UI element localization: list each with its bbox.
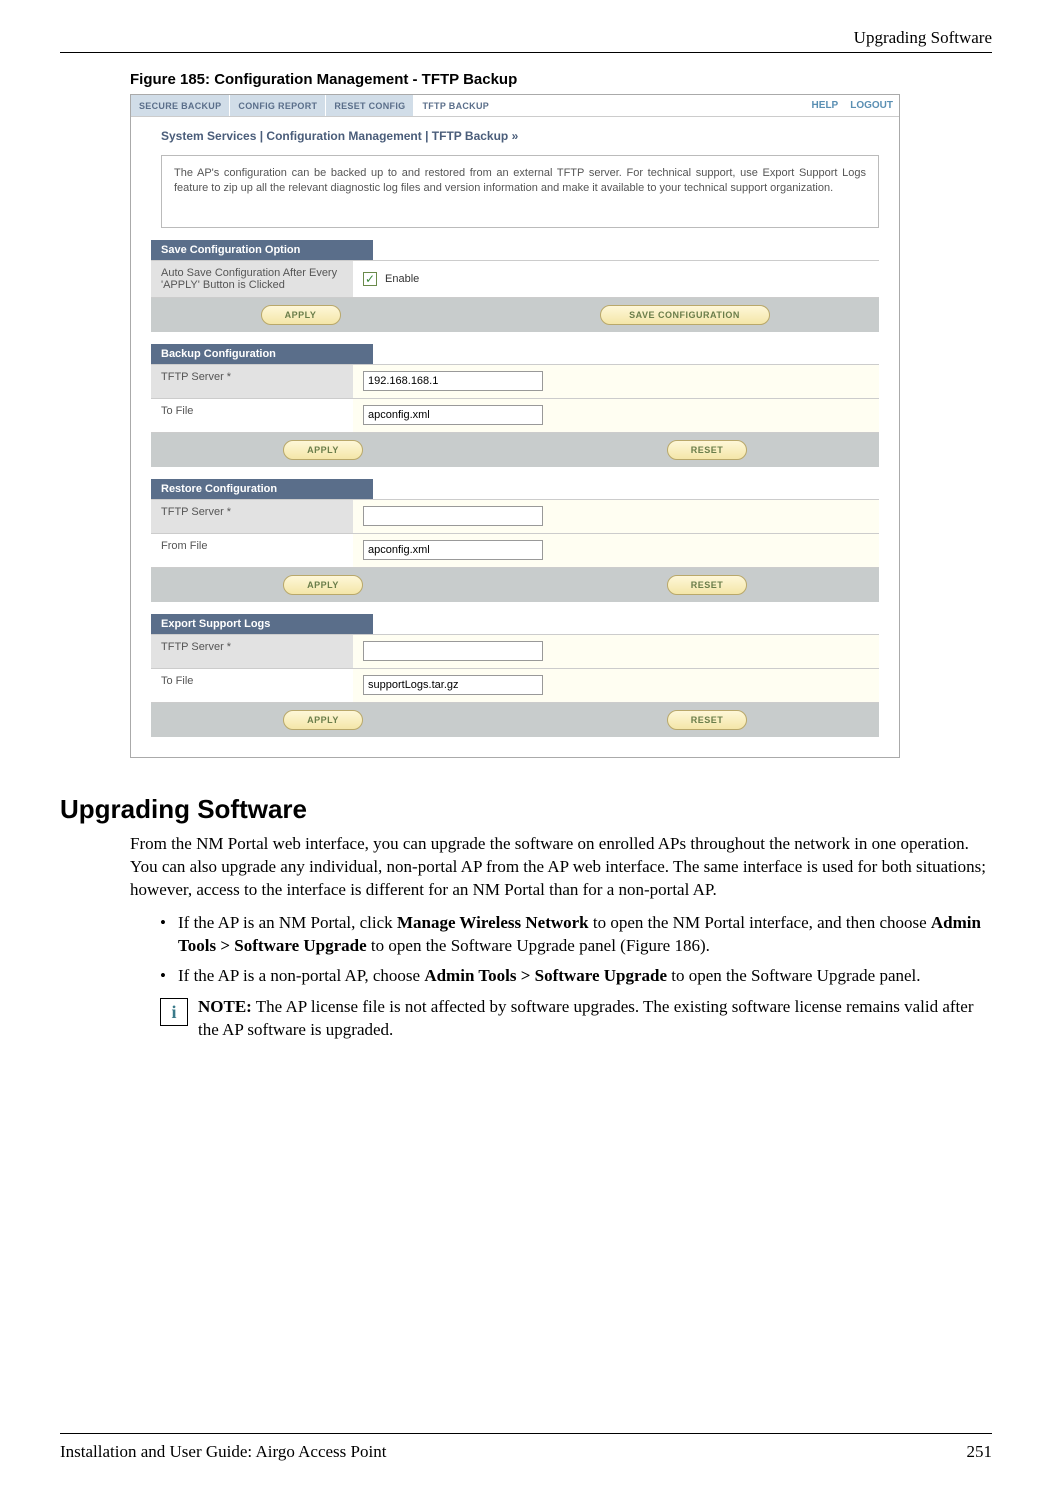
- save-option-panel: Auto Save Configuration After Every 'APP…: [151, 260, 879, 298]
- note-body: The AP license file is not affected by s…: [198, 997, 973, 1039]
- restore-file-input[interactable]: [363, 540, 543, 560]
- breadcrumb: System Services | Configuration Manageme…: [131, 117, 899, 155]
- text-run: If the AP is an NM Portal, click: [178, 913, 397, 932]
- section-save-option-header: Save Configuration Option: [151, 240, 373, 260]
- text-run: If the AP is a non-portal AP, choose: [178, 966, 424, 985]
- section-backup-header: Backup Configuration: [151, 344, 373, 364]
- screenshot: SECURE BACKUP CONFIG REPORT RESET CONFIG…: [130, 94, 900, 758]
- tab-tftp-backup[interactable]: TFTP BACKUP: [414, 95, 498, 116]
- page-footer: Installation and User Guide: Airgo Acces…: [60, 1433, 992, 1462]
- save-configuration-button[interactable]: SAVE CONFIGURATION: [600, 305, 770, 325]
- apply-button[interactable]: APPLY: [261, 305, 341, 325]
- info-icon: i: [160, 998, 188, 1026]
- page-header: Upgrading Software: [60, 28, 992, 53]
- section-restore-header: Restore Configuration: [151, 479, 373, 499]
- tab-config-report[interactable]: CONFIG REPORT: [230, 95, 326, 116]
- export-server-input[interactable]: [363, 641, 543, 661]
- note-label: NOTE:: [198, 997, 252, 1016]
- reset-button[interactable]: RESET: [667, 440, 747, 460]
- text-run: to open the Software Upgrade panel.: [667, 966, 921, 985]
- note-block: i NOTE: The AP license file is not affec…: [160, 996, 992, 1042]
- footer-left: Installation and User Guide: Airgo Acces…: [60, 1442, 386, 1462]
- export-file-cell: [353, 669, 879, 702]
- apply-button[interactable]: APPLY: [283, 710, 363, 730]
- restore-panel: TFTP Server * From File: [151, 499, 879, 568]
- backup-file-label: To File: [151, 399, 353, 432]
- logout-link[interactable]: LOGOUT: [844, 95, 899, 116]
- export-buttons: APPLY RESET: [151, 703, 879, 737]
- text-run: to open the NM Portal interface, and the…: [589, 913, 931, 932]
- export-panel: TFTP Server * To File: [151, 634, 879, 703]
- help-link[interactable]: HELP: [806, 95, 845, 116]
- backup-server-label: TFTP Server *: [151, 365, 353, 398]
- tab-spacer: [498, 95, 805, 116]
- bullet-list: If the AP is an NM Portal, click Manage …: [160, 912, 992, 989]
- description-box: The AP's configuration can be backed up …: [161, 155, 879, 228]
- text-run: to open the Software Upgrade panel (Figu…: [367, 936, 710, 955]
- enable-checkbox[interactable]: ✓: [363, 272, 377, 286]
- restore-server-label: TFTP Server *: [151, 500, 353, 533]
- autosave-label: Auto Save Configuration After Every 'APP…: [151, 261, 353, 297]
- restore-server-input[interactable]: [363, 506, 543, 526]
- section-export-header: Export Support Logs: [151, 614, 373, 634]
- tab-reset-config[interactable]: RESET CONFIG: [326, 95, 414, 116]
- bold-run: Admin Tools > Software Upgrade: [424, 966, 667, 985]
- list-item: If the AP is a non-portal AP, choose Adm…: [160, 965, 992, 988]
- export-file-label: To File: [151, 669, 353, 702]
- figure-caption: Figure 185: Configuration Management - T…: [130, 71, 992, 88]
- tab-secure-backup[interactable]: SECURE BACKUP: [131, 95, 230, 116]
- enable-label: Enable: [385, 273, 419, 285]
- section-heading: Upgrading Software: [60, 794, 992, 825]
- backup-server-cell: [353, 365, 879, 398]
- note-text: NOTE: The AP license file is not affecte…: [198, 996, 992, 1042]
- backup-buttons: APPLY RESET: [151, 433, 879, 467]
- export-server-cell: [353, 635, 879, 668]
- save-option-buttons: APPLY SAVE CONFIGURATION: [151, 298, 879, 332]
- autosave-value: ✓ Enable: [353, 261, 879, 297]
- tab-bar: SECURE BACKUP CONFIG REPORT RESET CONFIG…: [131, 95, 899, 117]
- apply-button[interactable]: APPLY: [283, 575, 363, 595]
- apply-button[interactable]: APPLY: [283, 440, 363, 460]
- backup-file-input[interactable]: [363, 405, 543, 425]
- restore-file-cell: [353, 534, 879, 567]
- backup-panel: TFTP Server * To File: [151, 364, 879, 433]
- intro-paragraph: From the NM Portal web interface, you ca…: [130, 833, 992, 902]
- page-number: 251: [967, 1442, 993, 1462]
- bold-run: Manage Wireless Network: [397, 913, 589, 932]
- restore-server-cell: [353, 500, 879, 533]
- list-item: If the AP is an NM Portal, click Manage …: [160, 912, 992, 958]
- restore-file-label: From File: [151, 534, 353, 567]
- checkmark-icon: ✓: [365, 273, 375, 285]
- backup-server-input[interactable]: [363, 371, 543, 391]
- export-server-label: TFTP Server *: [151, 635, 353, 668]
- reset-button[interactable]: RESET: [667, 575, 747, 595]
- backup-file-cell: [353, 399, 879, 432]
- restore-buttons: APPLY RESET: [151, 568, 879, 602]
- reset-button[interactable]: RESET: [667, 710, 747, 730]
- export-file-input[interactable]: [363, 675, 543, 695]
